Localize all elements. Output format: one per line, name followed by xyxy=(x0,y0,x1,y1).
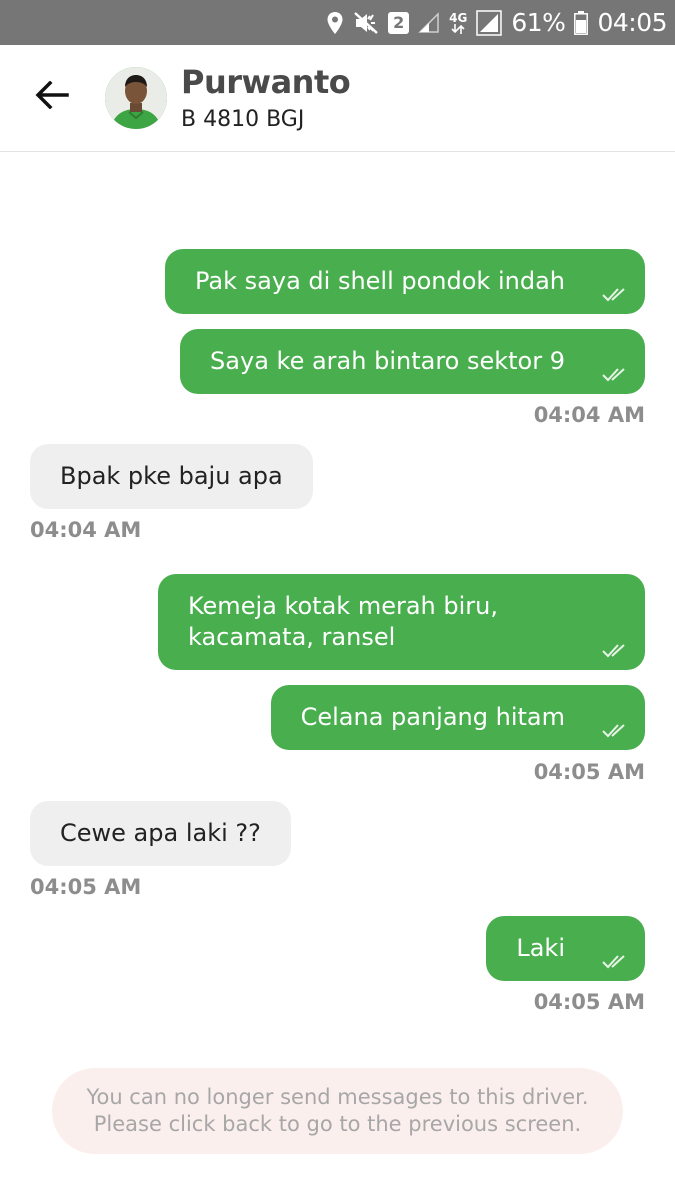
read-checkmarks-icon xyxy=(602,947,628,969)
message-timestamp: 04:05 AM xyxy=(533,760,645,784)
chat-closed-notice: You can no longer send messages to this … xyxy=(52,1068,623,1154)
message-text-line: kacamata, ransel xyxy=(188,623,396,651)
message-text: Laki xyxy=(516,934,565,962)
read-checkmarks-icon xyxy=(602,280,628,302)
signal-icon xyxy=(418,11,440,34)
message-timestamp: 04:05 AM xyxy=(533,990,645,1014)
read-checkmarks-icon xyxy=(602,636,628,658)
message-text: Cewe apa laki ?? xyxy=(60,819,261,847)
message-timestamp: 04:05 AM xyxy=(30,875,142,899)
read-checkmarks-icon xyxy=(602,360,628,382)
incoming-message: Bpak pke baju apa xyxy=(30,444,313,509)
outgoing-message: Laki xyxy=(486,916,645,981)
battery-percent: 61% xyxy=(511,8,566,37)
back-arrow-icon[interactable] xyxy=(35,80,69,114)
notice-line-1: You can no longer send messages to this … xyxy=(86,1085,589,1109)
driver-avatar xyxy=(105,67,167,129)
data-icon: 4G xyxy=(449,12,467,34)
notice-line-2: Please click back to go to the previous … xyxy=(93,1112,582,1136)
location-icon xyxy=(326,11,344,35)
outgoing-message: Saya ke arah bintaro sektor 9 xyxy=(180,329,645,394)
status-time: 04:05 xyxy=(597,8,667,37)
chat-header: Purwanto B 4810 BGJ xyxy=(0,45,675,152)
sim-icon: 2 xyxy=(388,11,410,34)
outgoing-message: Kemeja kotak merah biru, kacamata, ranse… xyxy=(158,574,645,670)
message-timestamp: 04:04 AM xyxy=(533,403,645,427)
signal-full-icon xyxy=(476,9,503,36)
read-checkmarks-icon xyxy=(602,716,628,738)
network-type-label: 4G xyxy=(449,10,468,25)
mute-icon xyxy=(353,11,379,35)
battery-icon xyxy=(574,10,589,35)
message-text: Bpak pke baju apa xyxy=(60,462,283,490)
outgoing-message: Pak saya di shell pondok indah xyxy=(165,249,645,314)
outgoing-message: Celana panjang hitam xyxy=(270,685,645,750)
message-text-line: Kemeja kotak merah biru, xyxy=(188,592,498,620)
status-bar: 2 4G 61% 04:05 xyxy=(0,0,675,45)
message-text: Pak saya di shell pondok indah xyxy=(195,267,565,295)
message-timestamp: 04:04 AM xyxy=(30,518,142,542)
message-text: Celana panjang hitam xyxy=(300,703,565,731)
message-text: Saya ke arah bintaro sektor 9 xyxy=(210,347,565,375)
driver-name: Purwanto xyxy=(181,63,351,101)
status-icons: 2 4G 61% 04:05 xyxy=(326,0,667,45)
back-button[interactable] xyxy=(30,75,74,119)
driver-plate: B 4810 BGJ xyxy=(181,107,305,132)
incoming-message: Cewe apa laki ?? xyxy=(30,801,291,866)
